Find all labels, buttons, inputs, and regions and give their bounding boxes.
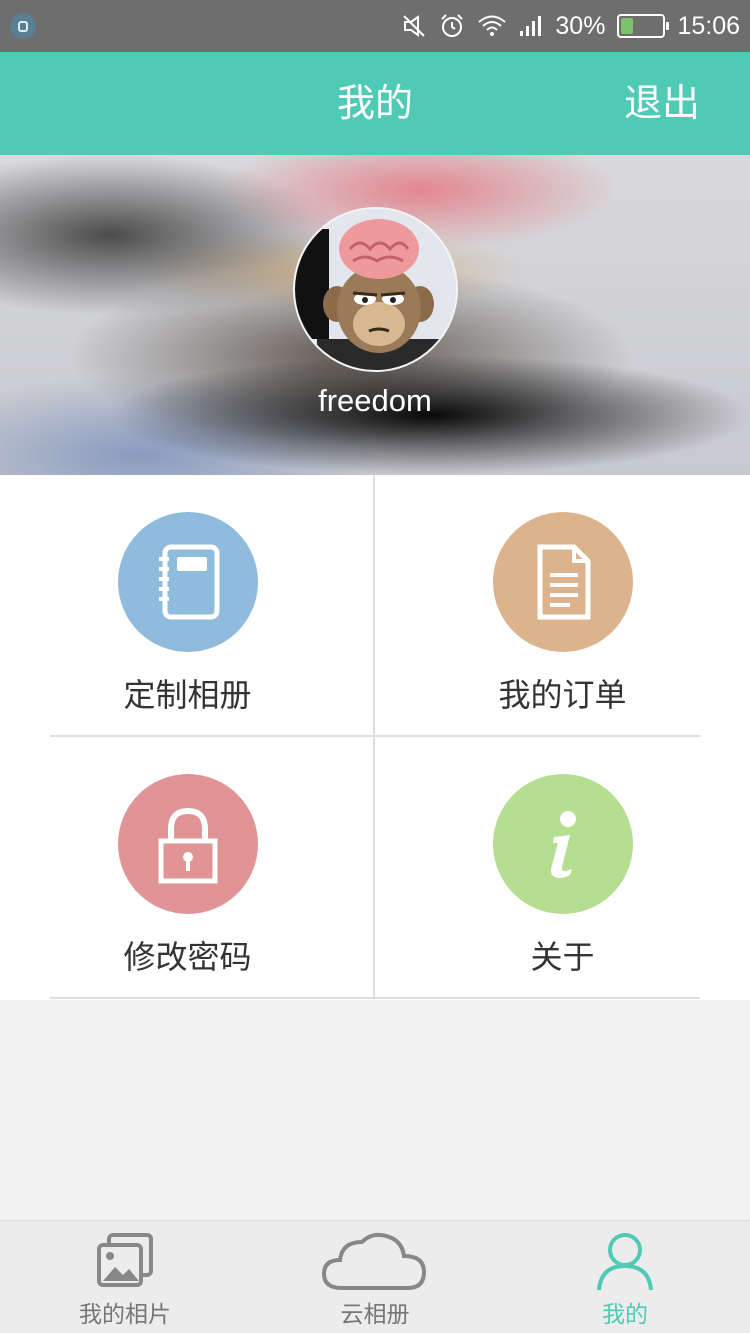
battery-fill xyxy=(621,18,634,34)
clock: 15:06 xyxy=(677,11,740,40)
menu-grid: 定制相册 我的订单 修改密码 关于 xyxy=(0,475,750,1000)
app-header: 我的 退出 xyxy=(0,52,750,155)
battery-icon xyxy=(617,14,670,38)
tab-me[interactable]: 我的 xyxy=(500,1221,750,1333)
my-orders-label: 我的订单 xyxy=(498,676,627,714)
change-password-item[interactable]: 修改密码 xyxy=(0,737,375,999)
about-label: 关于 xyxy=(530,938,595,976)
status-icons: 30% 15:06 xyxy=(401,0,740,52)
tab-my-photos[interactable]: 我的相片 xyxy=(0,1221,250,1333)
custom-album-label: 定制相册 xyxy=(123,676,252,714)
bottom-tab-bar: 我的相片 云相册 我的 xyxy=(0,1220,750,1333)
status-bar: 30% 15:06 xyxy=(0,0,750,52)
tab-me-label: 我的 xyxy=(602,1302,648,1328)
avatar-image xyxy=(295,209,456,370)
username: freedom xyxy=(318,383,432,418)
notebook-icon xyxy=(117,512,258,652)
avatar[interactable] xyxy=(293,207,458,372)
lock-icon xyxy=(117,774,258,914)
signal-icon xyxy=(520,16,542,36)
tab-cloud-album-label: 云相册 xyxy=(340,1302,410,1328)
info-icon xyxy=(492,774,633,914)
grid-divider-bottom xyxy=(50,997,700,999)
alarm-icon xyxy=(441,14,464,37)
cloud-icon xyxy=(320,1229,430,1293)
mute-icon xyxy=(403,15,426,37)
notification-app-icon xyxy=(10,13,36,39)
logout-button[interactable]: 退出 xyxy=(624,52,700,155)
battery-percent: 30% xyxy=(555,11,606,40)
about-item[interactable]: 关于 xyxy=(375,737,750,999)
tab-cloud-album[interactable]: 云相册 xyxy=(250,1221,500,1333)
grid-divider-middle xyxy=(50,735,700,737)
user-icon xyxy=(593,1229,657,1293)
change-password-label: 修改密码 xyxy=(123,938,252,976)
document-icon xyxy=(492,512,633,652)
my-orders-item[interactable]: 我的订单 xyxy=(375,475,750,737)
profile-banner: freedom xyxy=(0,155,750,475)
tab-my-photos-label: 我的相片 xyxy=(79,1302,171,1328)
custom-album-item[interactable]: 定制相册 xyxy=(0,475,375,737)
photos-icon xyxy=(93,1229,157,1293)
wifi-icon xyxy=(478,15,507,36)
